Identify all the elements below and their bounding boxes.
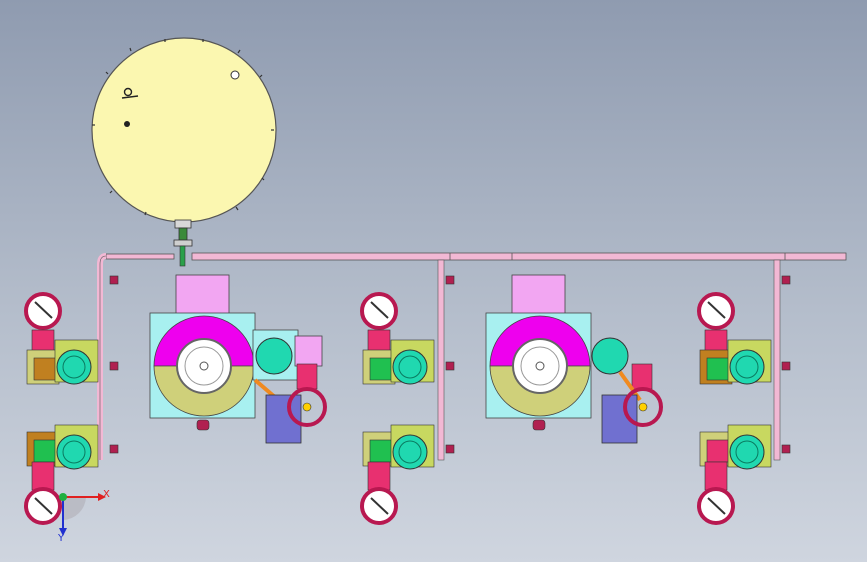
y-axis-label: Y: [57, 533, 65, 544]
pump-unit-mid-bottom[interactable]: [360, 424, 435, 525]
tank-outlet-valve[interactable]: [173, 219, 193, 267]
mixer-assembly-2[interactable]: [485, 274, 663, 444]
tank-port-icon: [230, 70, 240, 80]
x-axis-label: X: [103, 489, 110, 500]
pump-unit-right-top[interactable]: [697, 292, 772, 385]
coordinate-triad: X Y: [57, 489, 110, 544]
assembly-scene[interactable]: X Y: [0, 0, 867, 562]
pump-unit-mid-top[interactable]: [360, 292, 435, 385]
triad-origin-icon: [59, 493, 67, 501]
tank-sensor-icon: [124, 121, 130, 127]
pump-unit-right-bottom[interactable]: [697, 424, 772, 525]
mixer-assembly-1[interactable]: [149, 274, 327, 444]
storage-tank[interactable]: [91, 37, 277, 267]
pump-unit-left-top[interactable]: [24, 292, 99, 385]
cad-viewport[interactable]: X Y: [0, 0, 867, 562]
